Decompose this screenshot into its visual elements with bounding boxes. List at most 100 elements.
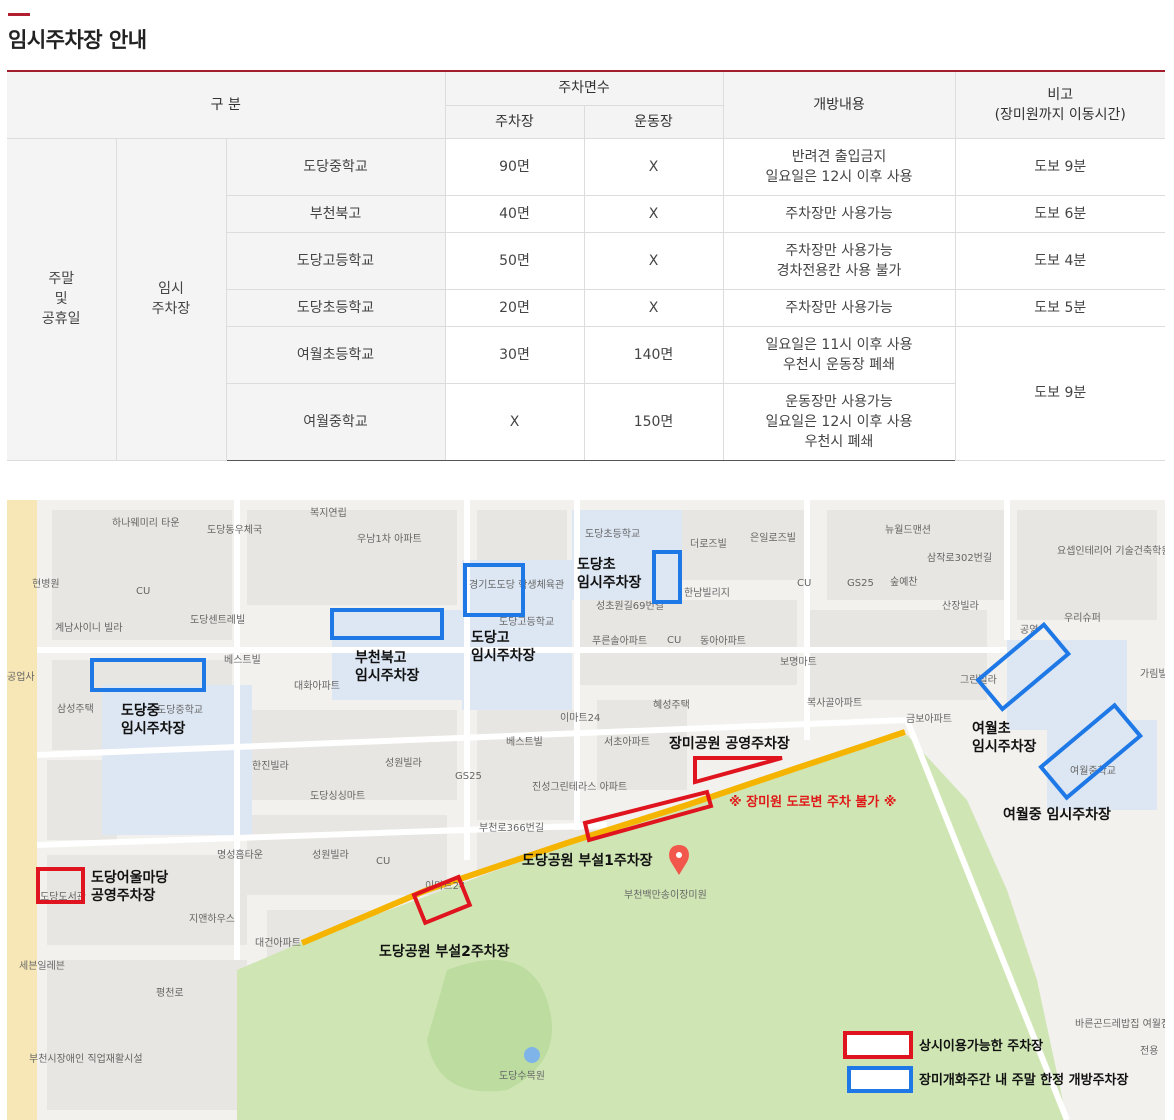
label-eoulmadang-1: 도당어울마당 [91, 869, 168, 886]
header-capacity: 주차면수 [444, 70, 724, 106]
open-info: 운동장만 사용가능 일요일은 12시 이후 사용 우천시 폐쇄 [722, 382, 955, 461]
map-canvas[interactable]: 하나웨미리 타운 도당동우체국 복지연립 우남1차 아파트 뉴월드맨션 삼작로3… [7, 500, 1165, 1120]
poi-cu3: CU [667, 635, 681, 646]
poi-dodang-high: 도당고등학교 [499, 616, 554, 628]
label-dodang-high-1: 도당고 [471, 629, 510, 646]
poi-cu1: CU [136, 586, 150, 597]
label-dodang-elem-2: 임시주차장 [577, 574, 642, 591]
label-eoulmadang-2: 공영주차장 [91, 887, 156, 904]
school-name: 여월초등학교 [226, 325, 446, 384]
poi-jinseong: 진성그린테라스 아파트 [532, 781, 627, 793]
poi-newworld: 뉴월드맨션 [885, 524, 931, 536]
header-note: 비고 (장미원까지 이동시간) [954, 70, 1165, 139]
field-count: X [583, 194, 724, 233]
open-info: 주차장만 사용가능 [722, 194, 956, 233]
poi-bareun: 바른곤드레밥집 여월점 [1075, 1018, 1165, 1030]
poi-rehab: 부천시장애인 직업재활시설 [29, 1052, 143, 1065]
poi-daehwa: 대화아파트 [294, 680, 340, 692]
label-dodang-middle-1: 도당중 [121, 702, 160, 719]
legend-swatch-always [843, 1031, 913, 1059]
poi-gongeop: 공업사 [7, 670, 35, 683]
poi-cu2: CU [376, 856, 390, 867]
poi-gyeonggi-gym: 경기도도당 학생체육관 [469, 578, 564, 591]
poi-sungyechan: 숲예찬 [890, 576, 918, 588]
poi-unam: 우남1차 아파트 [357, 533, 422, 545]
poi-hanjin: 한진빌라 [252, 760, 289, 772]
label-yeowol-elem-1: 여월초 [972, 720, 1011, 737]
parking-map[interactable]: 하나웨미리 타운 도당동우체국 복지연립 우남1차 아파트 뉴월드맨션 삼작로3… [7, 500, 1165, 1120]
label-yeowol-middle: 여월중 임시주차장 [1003, 806, 1111, 823]
parking-count: 30면 [444, 325, 585, 384]
label-bucheon-north-2: 임시주차장 [355, 667, 420, 684]
walk-time: 도보 9분 [954, 137, 1165, 196]
header-division: 구 분 [7, 70, 446, 139]
parking-count: X [444, 382, 585, 461]
walk-time: 도보 9분 [954, 325, 1165, 461]
label-dodang-park2: 도당공원 부설2주차장 [379, 943, 510, 960]
label-rose-park: 장미공원 공영주차장 [669, 735, 790, 752]
walk-time: 도보 6분 [954, 194, 1165, 233]
school-name: 부천북고 [226, 194, 446, 233]
poi-heseong: 혜성주택 [653, 699, 690, 711]
poi-deoroje: 더로즈빌 [690, 538, 727, 550]
school-name: 도당중학교 [225, 137, 446, 196]
poi-dodang-mart: 도당싱싱마트 [310, 790, 365, 802]
poi-hannam: 한남빌리지 [684, 587, 730, 599]
school-name: 도당고등학교 [226, 231, 446, 290]
poi-bomyeong: 보명마트 [780, 656, 817, 668]
field-count: 140면 [583, 325, 724, 384]
poi-gs25b: GS25 [455, 771, 482, 782]
field-count: X [583, 288, 724, 327]
poi-cu-b: CU [797, 578, 811, 589]
main-road-left [7, 500, 37, 1120]
walk-time: 도보 4분 [954, 231, 1165, 290]
poi-seven: 세븐일레븐 [19, 960, 65, 972]
poi-haneul: 하나웨미리 타운 [112, 516, 180, 529]
poi-dodang-elem: 도당초등학교 [585, 528, 640, 540]
poi-dodang-middle: 도당중학교 [157, 704, 203, 716]
type-temporary-parking: 임시 주차장 [115, 137, 227, 461]
poi-best: 베스트빌 [224, 654, 261, 666]
page-title: 임시주차장 안내 [8, 28, 147, 52]
poi-samsung: 삼성주택 [57, 703, 94, 715]
field-count: X [583, 137, 724, 196]
header-open: 개방내용 [722, 70, 956, 139]
poi-seongwon2: 성원빌라 [312, 849, 349, 861]
poi-geumbo: 금보아파트 [906, 713, 952, 725]
poi-sumokwon: 도당수목원 [499, 1070, 545, 1082]
poi-uri: 우리슈퍼 [1064, 612, 1101, 624]
label-dodang-high-2: 임시주차장 [471, 647, 536, 664]
header-field: 운동장 [583, 104, 723, 139]
header-parking: 주차장 [445, 104, 585, 139]
poi-samjak: 삼작로302번길 [927, 551, 992, 564]
title-accent-bar [8, 13, 30, 16]
poi-daegeon: 대건아파트 [255, 937, 301, 949]
open-info: 일요일은 11시 이후 사용 우천시 운동장 폐쇄 [722, 325, 956, 384]
legend-always: 상시이용가능한 주차장 [919, 1038, 1043, 1054]
label-bucheon-north-1: 부천북고 [355, 650, 407, 666]
label-dodang-elem-1: 도당초 [577, 556, 616, 573]
school-name: 여월중학교 [226, 382, 446, 461]
warning-no-street-parking: ※ 장미원 도로변 주차 불가 ※ [729, 794, 897, 810]
parking-count: 40면 [444, 194, 585, 233]
poi-yosep: 요셉인테리어 기술건축학원 [1057, 545, 1165, 557]
parking-info-table: 구 분 주차면수 개방내용 비고 (장미원까지 이동시간) 주차장 운동장 주말… [7, 70, 1165, 461]
parking-count: 90면 [444, 137, 585, 196]
open-info: 주차장만 사용가능 [722, 288, 956, 327]
poi-bestvil2: 베스트빌 [506, 736, 543, 748]
poi-emart24: 이마트24 [560, 712, 600, 724]
poi-seocho: 서초아파트 [604, 736, 650, 748]
poi-garim: 가림빌 [1140, 668, 1165, 680]
poi-myeongseong: 명성홈타운 [217, 848, 263, 861]
poi-donga: 동아아파트 [700, 635, 746, 647]
poi-bucheon366: 부천로366번길 [479, 821, 544, 834]
poi-dodang-central: 도당센트레빌 [190, 614, 245, 626]
open-info: 반려견 출입금지 일요일은 12시 이후 사용 [722, 137, 956, 196]
legend-weekend: 장미개화주간 내 주말 한정 개방주차장 [919, 1072, 1129, 1088]
poi-sanjang: 산장빌라 [942, 600, 979, 612]
poi-jiaenheus: 지앤하우스 [189, 912, 235, 925]
school-name: 도당초등학교 [226, 288, 446, 327]
poi-hyun: 현병원 [32, 578, 60, 590]
poi-pureunsol: 푸른솔아파트 [592, 635, 647, 647]
legend-swatch-weekend [847, 1066, 913, 1093]
